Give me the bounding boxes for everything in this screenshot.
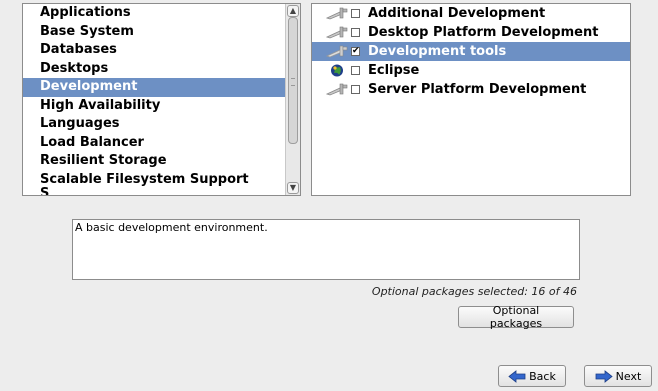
eclipse-globe-icon xyxy=(331,64,343,77)
arrow-right-icon xyxy=(595,369,613,383)
package-checkbox[interactable] xyxy=(351,28,360,37)
optional-packages-button[interactable]: Optional packages xyxy=(458,304,574,330)
package-checkbox[interactable] xyxy=(351,9,360,18)
package-group-list: Additional Development Desktop Platform … xyxy=(311,3,631,196)
back-label: Back xyxy=(529,369,556,383)
package-checkbox-checked[interactable]: ✔ xyxy=(351,47,360,56)
chevron-down-icon: ▼ xyxy=(289,183,297,192)
category-list-panel: Applications Base System Databases Deskt… xyxy=(22,3,301,196)
package-label: Eclipse xyxy=(368,63,420,78)
chevron-up-icon: ▲ xyxy=(289,6,297,15)
package-tools-icon xyxy=(326,83,348,96)
package-tools-icon xyxy=(326,45,348,58)
category-item-base-system[interactable]: Base System xyxy=(23,23,285,42)
package-tools-icon xyxy=(326,7,348,20)
next-label: Next xyxy=(615,369,642,383)
package-checkbox[interactable] xyxy=(351,66,360,75)
package-label: Additional Development xyxy=(368,6,546,21)
package-item-development-tools[interactable]: ✔ Development tools xyxy=(312,42,630,61)
category-item-high-availability[interactable]: High Availability xyxy=(23,97,285,116)
scroll-thumb[interactable] xyxy=(288,17,298,144)
description-text: A basic development environment. xyxy=(75,221,268,234)
package-item-eclipse[interactable]: Eclipse xyxy=(312,61,630,80)
category-item-scalable-filesystem-support[interactable]: Scalable Filesystem Support xyxy=(23,171,285,190)
grip-icon xyxy=(291,78,295,86)
package-item-server-platform-development[interactable]: Server Platform Development xyxy=(312,80,630,99)
description-box: A basic development environment. xyxy=(72,219,580,280)
package-checkbox[interactable] xyxy=(351,85,360,94)
package-label: Desktop Platform Development xyxy=(368,25,599,40)
category-item-development[interactable]: Development xyxy=(23,78,285,97)
category-item-databases[interactable]: Databases xyxy=(23,41,285,60)
category-item-languages[interactable]: Languages xyxy=(23,115,285,134)
package-label: Development tools xyxy=(368,44,507,59)
back-button[interactable]: Back xyxy=(498,365,566,387)
package-item-additional-development[interactable]: Additional Development xyxy=(312,4,630,23)
category-item-resilient-storage[interactable]: Resilient Storage xyxy=(23,152,285,171)
scroll-up-button[interactable]: ▲ xyxy=(287,5,299,17)
category-item-applications[interactable]: Applications xyxy=(23,4,285,23)
category-scrollbar[interactable]: ▲ ▼ xyxy=(285,4,300,195)
category-item-load-balancer[interactable]: Load Balancer xyxy=(23,134,285,153)
next-button[interactable]: Next xyxy=(584,365,652,387)
scroll-down-button[interactable]: ▼ xyxy=(287,182,299,194)
category-list[interactable]: Applications Base System Databases Deskt… xyxy=(23,4,285,195)
category-item-partial[interactable]: S xyxy=(23,187,285,195)
optional-packages-label: Optional packages xyxy=(489,304,543,330)
package-tools-icon xyxy=(326,26,348,39)
arrow-left-icon xyxy=(508,369,526,383)
package-item-desktop-platform-development[interactable]: Desktop Platform Development xyxy=(312,23,630,42)
package-label: Server Platform Development xyxy=(368,82,587,97)
optional-packages-count: Optional packages selected: 16 of 46 xyxy=(371,285,577,298)
category-item-desktops[interactable]: Desktops xyxy=(23,60,285,79)
